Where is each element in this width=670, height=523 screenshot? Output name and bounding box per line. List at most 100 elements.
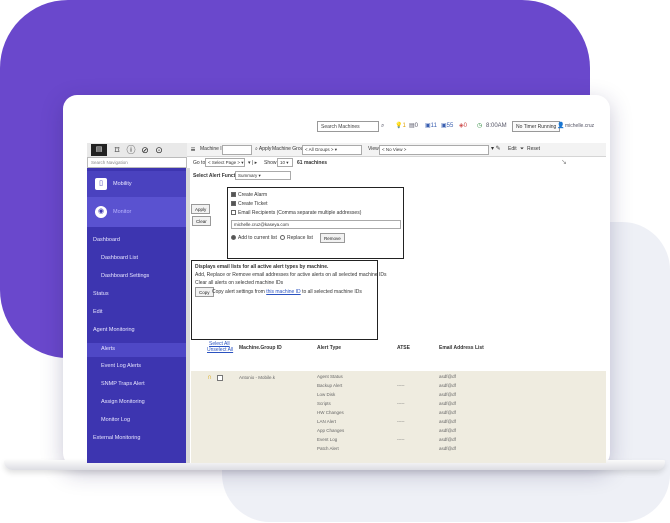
email-input[interactable]: michelle.cruz@kaseya.com <box>231 220 401 229</box>
apply-filter-link[interactable]: ⌕ Apply <box>255 146 271 152</box>
col-email-header[interactable]: Email Address List <box>439 345 484 351</box>
checkbox-unchecked[interactable] <box>231 210 236 216</box>
computer-icon[interactable]: ▣11 <box>425 121 437 132</box>
alert-type-cell: Backup Alert <box>317 383 343 388</box>
sidebar-item-event-log-alerts[interactable]: Event Log Alerts <box>87 363 187 375</box>
machine-id-input[interactable] <box>222 145 252 155</box>
replace-list-label: Replace list <box>287 235 313 241</box>
timer-button[interactable]: No Timer Running <box>512 121 561 132</box>
select-alert-value: Summary <box>238 173 258 178</box>
apply-button[interactable]: Apply <box>191 204 211 214</box>
view-value: < No View > <box>382 147 407 152</box>
search-icon[interactable]: ⌕ <box>381 121 384 132</box>
search-machines-input[interactable]: Search Machines <box>317 121 379 132</box>
check-icon[interactable]: ⊘ <box>139 144 151 156</box>
sidebar-item-monitor-log[interactable]: Monitor Log <box>87 417 187 429</box>
monitor-icon: ◉ <box>95 206 107 218</box>
collapse-arrow-icon[interactable]: ↘ <box>561 158 567 166</box>
sidebar-item-monitor[interactable]: ◉ Monitor <box>87 197 187 227</box>
alert-type-cell: Low Disk <box>317 392 336 397</box>
modules-icon[interactable]: ▤ <box>91 144 107 156</box>
user-icon: 👤 <box>557 123 565 129</box>
module-icon-bar: ▤ ⌑ ⓘ ⊘ ⊙ <box>87 143 187 157</box>
sidebar-item-snmp-traps-alert[interactable]: SNMP Traps Alert <box>87 381 187 393</box>
alert-type-cell: Agent Status <box>317 374 343 379</box>
alert-type-cell: HW Changes <box>317 410 344 415</box>
view-select[interactable]: < No View > <box>379 145 489 155</box>
server-icon[interactable]: ▣55 <box>441 121 453 132</box>
row-checkbox[interactable] <box>217 375 223 381</box>
checkbox-checked[interactable] <box>231 192 236 198</box>
table-row[interactable]: ∩ Antonio - Mobile.k Agent Status Backup… <box>191 371 606 463</box>
sidebar-scrollbar[interactable] <box>186 168 190 463</box>
sidebar-item-external-monitoring[interactable]: External Monitoring <box>87 435 187 447</box>
sidebar-item-alerts[interactable]: Alerts <box>87 343 187 357</box>
email-cell: asdf@df <box>439 428 456 433</box>
col-alert-header[interactable]: Alert Type <box>317 345 341 351</box>
toolbar: ▤ ⌑ ⓘ ⊘ ⊙ ≡ Machine ID: ⌕ Apply Machine … <box>87 143 606 157</box>
col-machine-header[interactable]: Machine.Group ID <box>239 345 282 351</box>
unselect-all-link[interactable]: Unselect All <box>207 347 233 353</box>
machine-group-value: < All Groups > <box>305 147 334 152</box>
copy-source-link[interactable]: this machine ID <box>266 289 300 295</box>
alert-options-box: Create Alarm Create Ticket Email Recipie… <box>227 187 404 259</box>
reset-link[interactable]: Reset <box>527 146 540 152</box>
clear-button[interactable]: Clear <box>192 216 211 226</box>
remove-button[interactable]: Remove <box>320 233 345 243</box>
menu-icon[interactable]: ≡ <box>187 144 199 156</box>
col-atse-header[interactable]: ATSE <box>397 345 410 351</box>
page-nav-icons[interactable]: ▾ | ▸ <box>248 160 257 166</box>
checkbox-checked[interactable] <box>231 201 236 207</box>
tickets-icon[interactable]: ▤0 <box>409 121 418 132</box>
show-select[interactable]: 10 ▾ <box>277 158 293 167</box>
funnel-icon: ⏷ <box>520 146 525 152</box>
clock-icon: ◷ <box>477 123 483 129</box>
lock-icon: ∩ <box>207 374 213 381</box>
sidebar-item-agent-monitoring[interactable]: Agent Monitoring <box>87 327 187 339</box>
sidebar-item-dashboard-settings[interactable]: Dashboard Settings <box>87 273 187 285</box>
alert-type-cell: Event Log <box>317 437 338 442</box>
radio-selected[interactable] <box>231 235 236 241</box>
edit-view-icon[interactable]: ▾ ✎ <box>491 145 501 152</box>
sidebar-item-mobility[interactable]: ▯ Mobility <box>87 171 187 197</box>
bulb-icon[interactable]: 💡1 <box>395 121 406 132</box>
alert-type-cell: Scripts <box>317 401 331 406</box>
server-count: 55 <box>446 123 454 129</box>
sidebar-item-dashboard[interactable]: Dashboard <box>87 237 187 249</box>
main-content: Go to: < Select Page > ▾ ▾ | ▸ Show 10 ▾… <box>191 157 606 463</box>
machine-group-select[interactable]: < All Groups > ▾ <box>302 145 362 155</box>
sidebar-item-dashboard-list[interactable]: Dashboard List <box>87 255 187 267</box>
goto-select[interactable]: < Select Page > ▾ <box>205 158 245 167</box>
refresh-icon[interactable]: ⊙ <box>153 144 165 156</box>
create-alarm-option[interactable]: Create Alarm <box>231 192 267 198</box>
bulb-count: 1 <box>402 123 406 129</box>
add-to-list-radio[interactable]: Add to current list <box>231 235 277 241</box>
machine-id-cell: Antonio - Mobile.k <box>239 375 276 380</box>
info-line-2: Add, Replace or Remove email addresses f… <box>195 272 387 278</box>
email-cell: asdf@df <box>439 383 456 388</box>
create-ticket-option[interactable]: Create Ticket <box>231 201 267 207</box>
navigation-search-input[interactable]: Search Navigation <box>87 157 187 168</box>
top-header: Search Machines ⌕ 💡1 ▤0 ▣11 ▣55 ◈0 ◷ 8:0… <box>87 113 606 143</box>
email-cell: asdf@df <box>439 437 456 442</box>
mobility-icon: ▯ <box>95 178 107 190</box>
user-menu[interactable]: michelle.cruz <box>565 121 594 132</box>
email-cell: asdf@df <box>439 392 456 397</box>
alarm-icon[interactable]: ◈0 <box>459 121 467 132</box>
navigation-sidebar: Search Navigation ▯ Mobility ◉ Monitor D… <box>87 157 190 463</box>
email-cell: asdf@df <box>439 410 456 415</box>
alert-type-cell: LAN Alert <box>317 419 337 424</box>
select-alert-function[interactable]: Summary ▾ <box>235 171 291 180</box>
email-cell: asdf@df <box>439 401 456 406</box>
replace-list-radio[interactable]: Replace list <box>280 235 313 241</box>
info-icon[interactable]: ⓘ <box>125 144 137 156</box>
sidebar-item-edit[interactable]: Edit <box>87 309 187 321</box>
bookmark-icon[interactable]: ⌑ <box>111 144 123 156</box>
email-recipients-option[interactable]: Email Recipients (Comma separate multipl… <box>231 210 361 216</box>
sidebar-item-label: Mobility <box>113 181 132 187</box>
edit-view-link[interactable]: Edit <box>508 146 517 152</box>
copy-button[interactable]: Copy <box>195 287 214 297</box>
radio-unselected[interactable] <box>280 235 285 241</box>
sidebar-item-assign-monitoring[interactable]: Assign Monitoring <box>87 399 187 411</box>
sidebar-item-status[interactable]: Status <box>87 291 187 303</box>
